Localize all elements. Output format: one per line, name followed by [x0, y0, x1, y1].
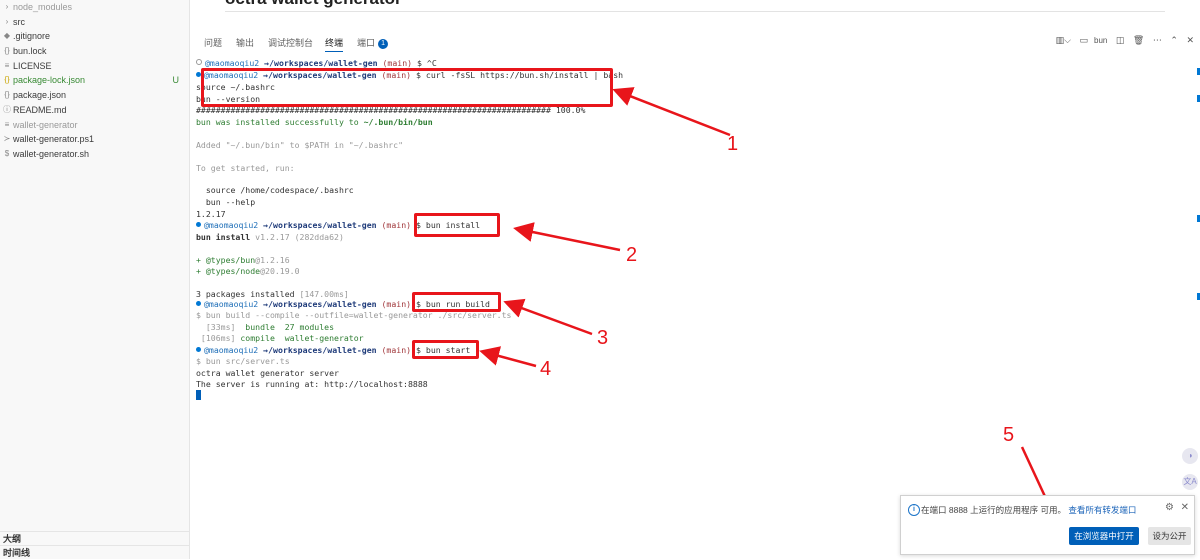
open-in-browser-button[interactable]: 在浏览器中打开	[1069, 527, 1139, 545]
arrow-4	[479, 346, 537, 368]
info-icon: i	[908, 504, 920, 516]
annotation-label-1: 1	[727, 133, 739, 155]
gear-icon[interactable]: ⚙	[1165, 502, 1174, 513]
annotation-label-3: 3	[597, 327, 609, 349]
arrow-1	[612, 87, 731, 137]
close-icon[interactable]: ✕	[1181, 502, 1189, 513]
annotation-label-4: 4	[540, 358, 552, 380]
port-forward-notification: i 在端口 8888 上运行的应用程序 可用。 查看所有转发端口 ⚙ ✕ 在浏览…	[900, 495, 1195, 555]
annotation-label-5: 5	[1003, 424, 1015, 446]
annotation-arrows	[479, 87, 1058, 523]
annotation-label-2: 2	[626, 244, 638, 266]
arrow-2	[513, 222, 621, 252]
notification-text: 在端口 8888 上运行的应用程序 可用。	[921, 505, 1066, 515]
arrow-3	[503, 298, 593, 336]
view-forwarded-ports-link[interactable]: 查看所有转发端口	[1068, 505, 1136, 515]
make-public-button[interactable]: 设为公开	[1148, 527, 1191, 545]
notification-message: 在端口 8888 上运行的应用程序 可用。 查看所有转发端口	[921, 504, 1136, 516]
